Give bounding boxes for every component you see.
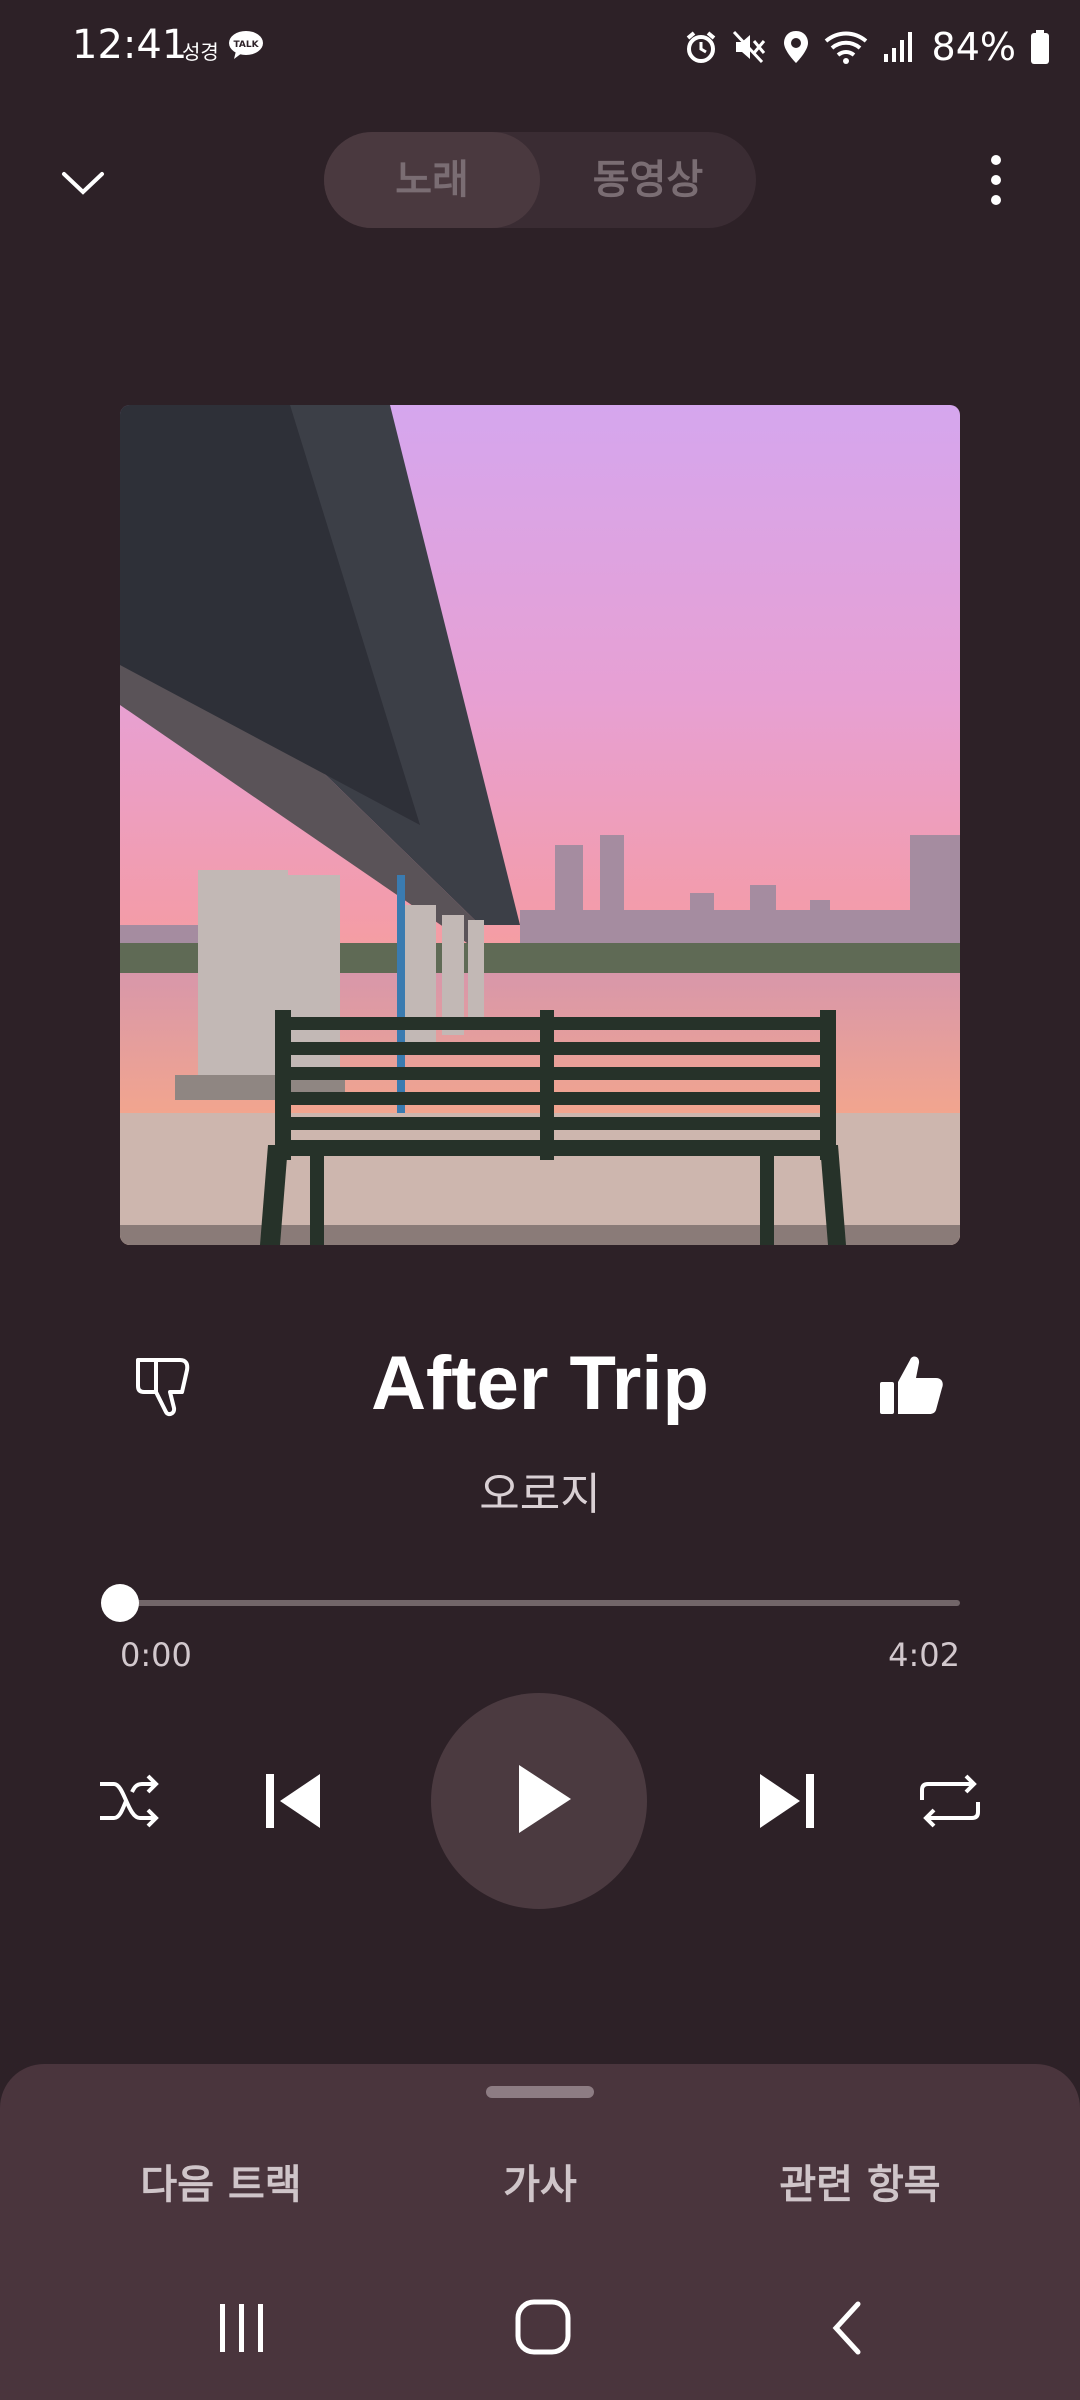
tab-video[interactable]: 동영상 — [540, 132, 756, 228]
seek-bar-thumb[interactable] — [101, 1584, 139, 1622]
location-icon — [783, 31, 808, 63]
more-vertical-icon[interactable] — [980, 150, 1012, 210]
tab-related[interactable]: 관련 항목 — [740, 2152, 980, 2210]
mute-icon — [732, 30, 765, 64]
thumbs-up-icon[interactable] — [876, 1350, 948, 1422]
repeat-icon[interactable] — [916, 1770, 984, 1832]
skip-next-icon[interactable] — [756, 1771, 818, 1831]
seek-bar-track[interactable] — [120, 1600, 960, 1606]
play-icon — [519, 1765, 571, 1833]
music-player-screen: 12:41 성경 TALK 84% 노래 동영상 After Trip 오로지 … — [0, 0, 1080, 2400]
play-button[interactable] — [431, 1693, 647, 1909]
kakaotalk-icon-label: TALK — [233, 40, 259, 50]
status-bar: 12:41 성경 TALK 84% — [0, 0, 1080, 96]
song-video-toggle: 노래 동영상 — [324, 132, 756, 228]
system-nav-bar — [0, 2284, 1080, 2400]
battery-percent: 84% — [931, 25, 1016, 69]
album-art — [120, 405, 960, 1245]
status-notification-text: 성경 — [182, 40, 219, 64]
back-icon[interactable] — [826, 2298, 866, 2358]
elapsed-time: 0:00 — [120, 1636, 192, 1674]
home-icon[interactable] — [514, 2298, 572, 2356]
tab-lyrics[interactable]: 가사 — [440, 2152, 640, 2210]
recent-apps-icon[interactable] — [214, 2300, 270, 2356]
tab-song[interactable]: 노래 — [324, 132, 540, 228]
alarm-icon — [686, 31, 715, 63]
bottom-sheet: 다음 트랙 가사 관련 항목 — [0, 2064, 1080, 2400]
chevron-down-icon[interactable] — [50, 150, 116, 216]
sheet-drag-handle[interactable] — [486, 2086, 594, 2098]
wifi-icon — [824, 31, 867, 64]
track-artist: 오로지 — [479, 1469, 601, 1520]
status-time: 12:41 — [72, 22, 188, 68]
signal-icon — [883, 32, 912, 62]
skip-previous-icon[interactable] — [262, 1771, 324, 1831]
status-icons: 84% — [684, 22, 1050, 72]
battery-icon — [1031, 30, 1049, 64]
total-duration: 4:02 — [888, 1636, 960, 1674]
kakaotalk-icon: TALK — [229, 31, 263, 59]
tab-up-next[interactable]: 다음 트랙 — [96, 2152, 346, 2210]
shuffle-icon[interactable] — [96, 1770, 164, 1832]
